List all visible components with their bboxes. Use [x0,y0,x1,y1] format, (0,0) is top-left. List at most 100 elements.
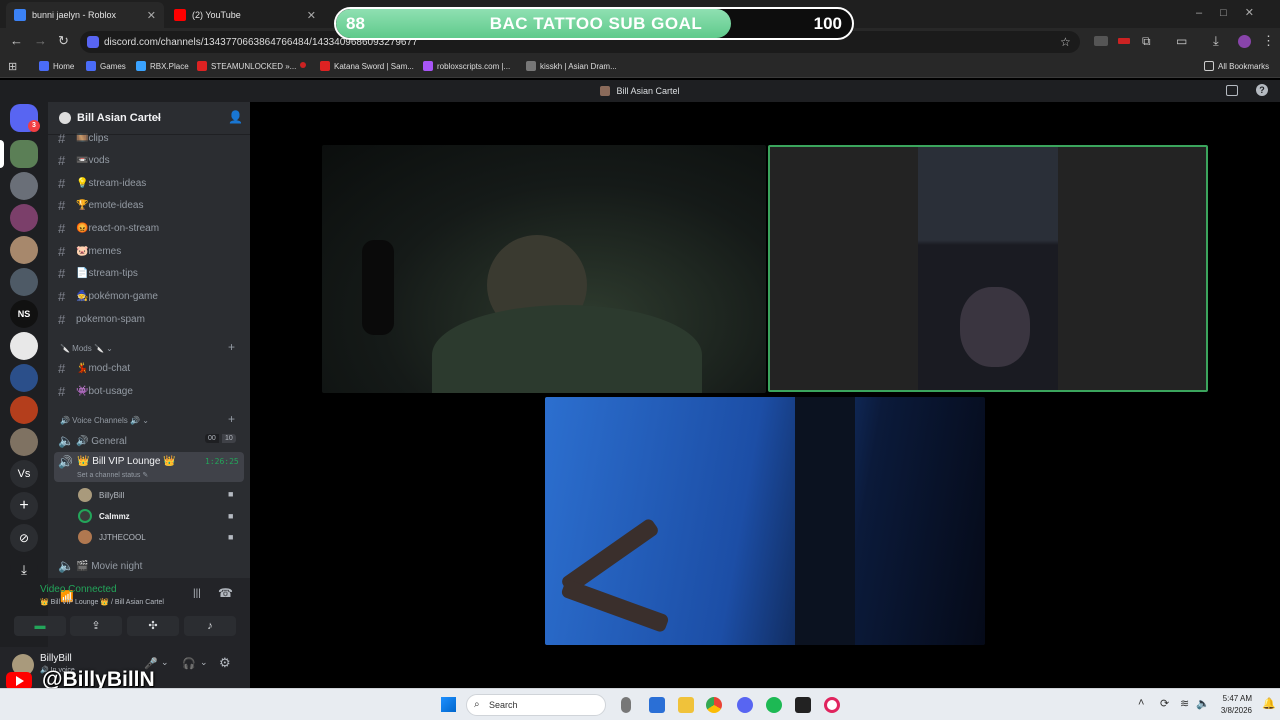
extension-icon[interactable] [1118,38,1130,44]
help-icon[interactable]: ? [1256,84,1268,96]
close-tab-icon[interactable]: ✕ [147,9,156,22]
mouse-icon[interactable] [621,697,631,713]
cast-icon[interactable]: ▭ [1176,34,1187,48]
headphones-icon[interactable]: 🎧 [182,657,196,670]
video-tile[interactable] [545,397,985,645]
chevron-down-icon[interactable]: ⌄ [161,657,169,668]
voice-category[interactable]: 🔊 Voice Channels 🔊 ⌄ [60,416,149,425]
server-icon[interactable] [10,332,38,360]
channel-item[interactable]: # 🎞️ clips [58,131,108,146]
browser-tab[interactable]: (2) YouTube ✕ [166,2,324,28]
voice-channel-vip-lounge[interactable]: 🔊 👑 Bill VIP Lounge 👑 1:26:25 Set a chan… [54,452,244,482]
voice-member[interactable]: BillyBill [78,488,124,502]
channel-item[interactable]: # 👾 bot-usage [58,384,133,399]
camera-button[interactable]: ▬ [14,616,66,636]
invite-people-icon[interactable]: 👤 [228,110,243,124]
channel-item[interactable]: # 💡 stream-ideas [58,176,146,191]
start-icon[interactable] [441,697,456,712]
forward-icon[interactable]: → [34,33,47,48]
video-tile-speaking[interactable] [768,145,1208,392]
discover-icon[interactable]: ⊘ [10,524,38,552]
user-name[interactable]: BillyBill [40,653,72,664]
file-explorer-icon[interactable] [678,697,694,713]
video-connected-label[interactable]: Video Connected [40,584,117,595]
discord-icon[interactable] [737,697,753,713]
bookmark[interactable]: robloxscripts.com |... [423,61,510,71]
reload-icon[interactable]: ↻ [58,33,69,49]
video-tile[interactable] [322,145,766,393]
site-info-icon[interactable] [87,36,99,48]
inbox-icon[interactable] [1226,85,1238,96]
channel-label: 🎬 Movie night [76,560,143,572]
channel-item[interactable]: # pokemon-spam [58,312,145,327]
clock-date[interactable]: 3/8/2026 [1216,706,1252,715]
star-icon[interactable]: ☆ [1060,35,1071,49]
mods-category[interactable]: 🔪 Mods 🔪 ⌄ [60,344,113,353]
clock-time[interactable]: 5:47 AM [1216,694,1252,703]
app-icon[interactable] [649,697,665,713]
chevron-down-icon[interactable]: ⌄ [200,657,208,668]
channel-item[interactable]: # 🐷 memes [58,244,121,259]
channel-item[interactable]: # 💃 mod-chat [58,361,130,376]
noise-suppression-icon[interactable]: ||| [193,588,201,599]
server-icon-vs[interactable]: Vs [10,460,38,488]
channel-item[interactable]: # 😡 react-on-stream [58,221,159,236]
download-apps-icon[interactable]: ⤓ [10,556,38,584]
chrome-icon[interactable] [706,697,722,713]
window-controls[interactable]: –□✕ [1196,6,1272,19]
volume-icon[interactable]: 🔈 [1196,697,1210,710]
opera-icon[interactable] [824,697,840,713]
download-icon[interactable]: ⤓ [1213,33,1219,49]
apps-icon[interactable]: ⊞ [8,60,17,73]
bookmark[interactable]: RBX.Place [136,61,189,71]
server-icon[interactable] [10,236,38,264]
bookmark-icon[interactable] [300,62,306,68]
server-icon[interactable] [10,396,38,424]
back-icon[interactable]: ← [10,33,23,48]
server-icon[interactable] [10,140,38,168]
bookmark[interactable]: STEAMUNLOCKED »... [197,61,296,71]
add-server-icon[interactable]: + [10,492,38,520]
server-icon[interactable] [10,268,38,296]
server-icon-ns[interactable]: NS [10,300,38,328]
app-tray-icon[interactable]: ⟳ [1160,697,1169,710]
channel-status[interactable]: Set a channel status ✎ [77,471,148,479]
notification-bell-icon[interactable]: 🔔 [1262,697,1276,710]
chevron-up-icon[interactable]: ˄ [1138,697,1144,709]
screen-share-button[interactable]: ⇪ [70,616,122,636]
all-bookmarks[interactable]: All Bookmarks [1204,61,1269,71]
server-icon[interactable] [10,364,38,392]
channel-item[interactable]: # 📼 vods [58,153,110,168]
app-icon[interactable] [795,697,811,713]
channel-item[interactable]: # 📄 stream-tips [58,266,138,281]
voice-location[interactable]: 👑 Bill VIP Lounge 👑 / Bill Asian Cartel [40,598,164,606]
bookmark[interactable]: Home [39,61,74,71]
menu-icon[interactable]: ⋮ [1262,33,1275,49]
server-icon[interactable] [10,172,38,200]
bookmark[interactable]: Katana Sword | Sam... [320,61,414,71]
close-tab-icon[interactable]: ✕ [307,9,316,22]
extension-icon[interactable] [1094,36,1108,46]
soundboard-button[interactable]: ♪ [184,616,236,636]
server-icon[interactable] [10,204,38,232]
browser-tab[interactable]: bunni jaelyn - Roblox ✕ [6,2,164,28]
puzzle-icon[interactable]: ⧉ [1142,34,1151,49]
spotify-icon[interactable] [766,697,782,713]
disconnect-icon[interactable]: ☎ [218,586,233,600]
voice-channel-movie-night[interactable]: 🔈 🎬 Movie night [58,558,142,574]
bookmark[interactable]: kisskh | Asian Dram... [526,61,617,71]
server-icon[interactable] [10,428,38,456]
add-channel-icon[interactable]: + [228,340,235,354]
voice-member[interactable]: JJTHECOOL [78,530,146,544]
add-channel-icon[interactable]: + [228,412,235,426]
taskbar-search[interactable]: ⌕ Search [466,694,606,716]
voice-channel-general[interactable]: 🔈 🔊 General [58,433,127,449]
profile-avatar[interactable] [1238,35,1251,48]
channel-item[interactable]: # 🧙 pokémon-game [58,289,158,304]
wifi-icon[interactable]: ≋ [1180,697,1189,710]
activities-button[interactable]: ✣ [127,616,179,636]
voice-member[interactable]: Calmmz [78,509,130,523]
channel-item[interactable]: # 🏆 emote-ideas [58,198,143,213]
bookmark[interactable]: Games [86,61,126,71]
settings-gear-icon[interactable]: ⚙ [219,655,231,671]
